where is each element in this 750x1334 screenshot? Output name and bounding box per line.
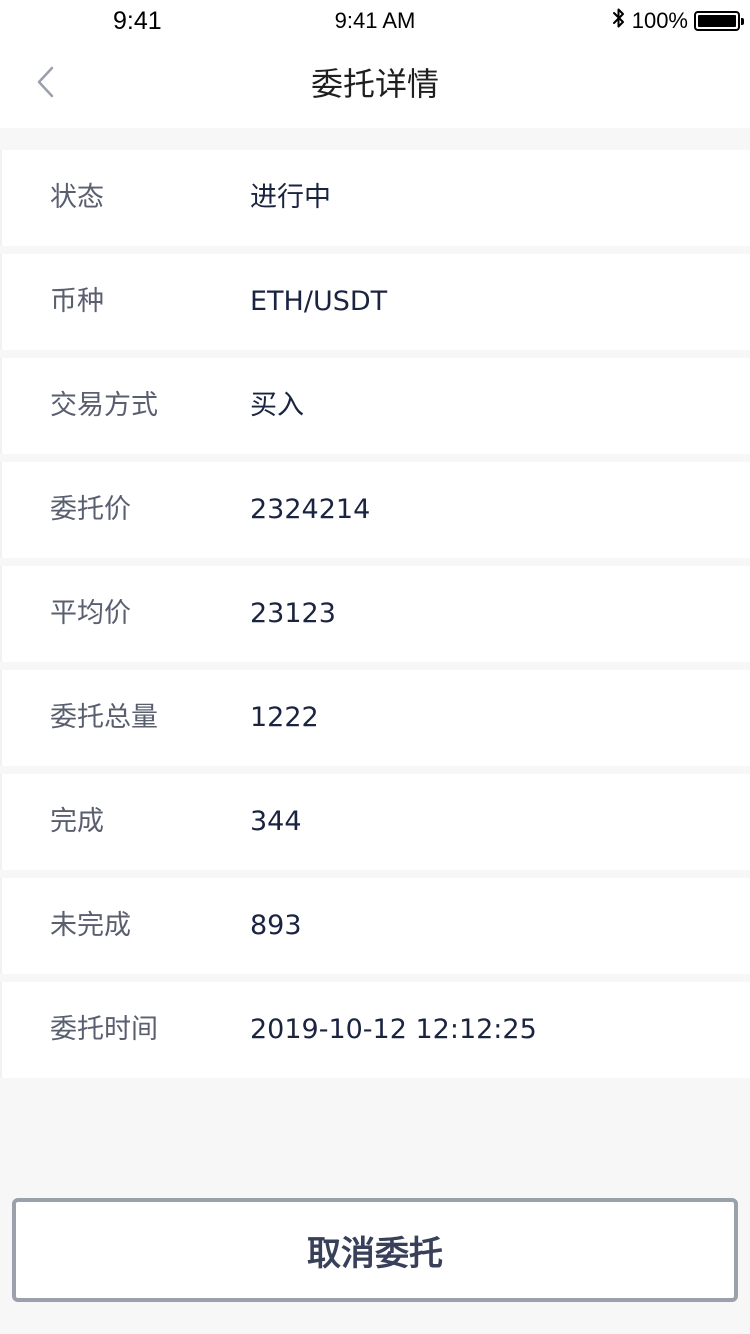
cancel-order-button[interactable]: 取消委托 — [12, 1198, 738, 1302]
detail-list: 状态 进行中 币种 ETH/USDT 交易方式 买入 委托价 2324214 平… — [0, 150, 750, 1078]
detail-row-unfilled: 未完成 893 — [0, 878, 750, 974]
row-label: 币种 — [50, 286, 104, 317]
row-value: 1222 — [250, 702, 319, 733]
detail-row-status: 状态 进行中 — [0, 150, 750, 246]
row-value: 进行中 — [250, 182, 331, 213]
row-label: 委托价 — [50, 494, 131, 525]
row-label: 平均价 — [50, 598, 131, 629]
row-label: 委托时间 — [50, 1014, 158, 1045]
detail-row-order-time: 委托时间 2019-10-12 12:12:25 — [0, 982, 750, 1078]
bluetooth-icon — [612, 7, 626, 35]
row-value: 2019-10-12 12:12:25 — [250, 1014, 537, 1045]
row-value: 23123 — [250, 598, 336, 629]
row-label: 完成 — [50, 806, 104, 837]
row-value: 2324214 — [250, 494, 371, 525]
row-label: 交易方式 — [50, 390, 158, 421]
detail-row-pair: 币种 ETH/USDT — [0, 254, 750, 350]
row-value: 买入 — [250, 390, 304, 421]
row-value: ETH/USDT — [250, 286, 388, 317]
battery-fill — [698, 15, 736, 27]
battery-percent: 100% — [631, 8, 688, 33]
order-detail-page: 9:41 9:41 AM 100% 委托详情 状态 进行中 币种 ETH/USD… — [0, 0, 750, 1334]
page-title: 委托详情 — [310, 65, 439, 103]
status-right-group: 100% — [612, 6, 744, 36]
detail-row-side: 交易方式 买入 — [0, 358, 750, 454]
battery-icon — [694, 11, 744, 31]
detail-row-filled: 完成 344 — [0, 774, 750, 870]
detail-row-average-price: 平均价 23123 — [0, 566, 750, 662]
nav-bar: 委托详情 — [0, 40, 750, 128]
row-label: 未完成 — [50, 910, 131, 941]
detail-row-total-amount: 委托总量 1222 — [0, 670, 750, 766]
row-label: 状态 — [50, 182, 104, 213]
row-value: 344 — [250, 806, 302, 837]
status-bar: 9:41 9:41 AM 100% — [0, 0, 750, 40]
detail-row-order-price: 委托价 2324214 — [0, 462, 750, 558]
row-label: 委托总量 — [50, 702, 158, 733]
row-value: 893 — [250, 910, 302, 941]
